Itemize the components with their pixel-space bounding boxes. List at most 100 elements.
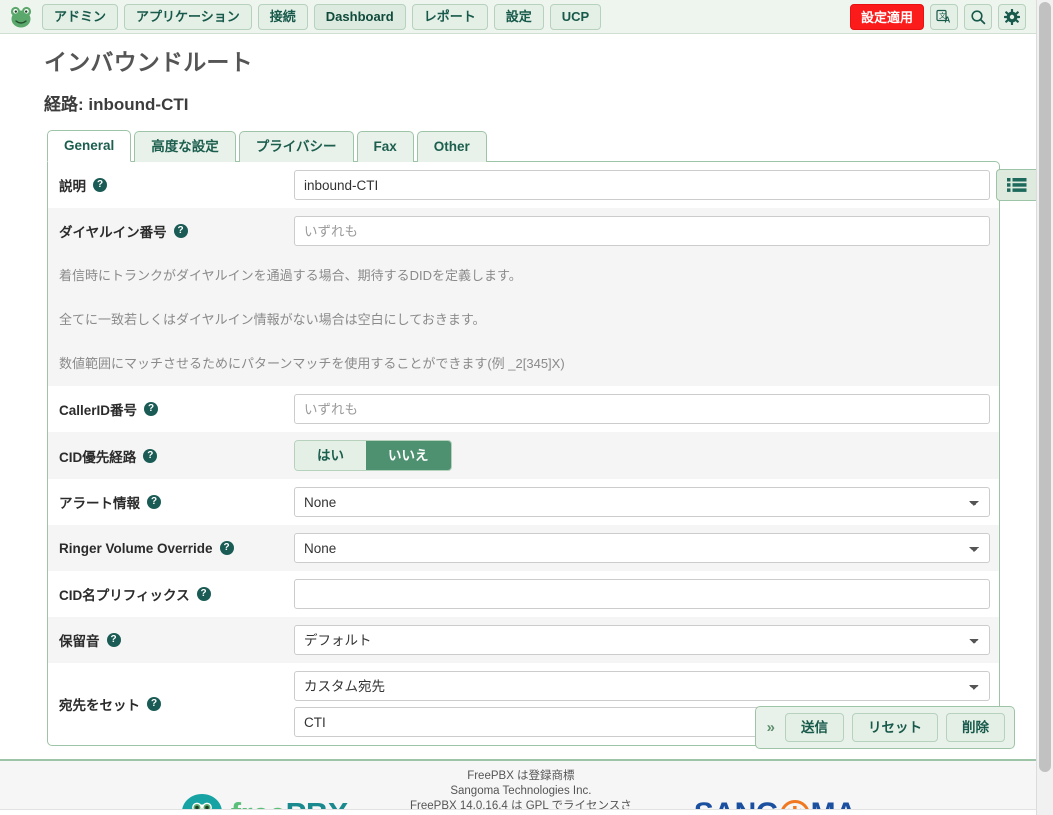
did-help-line-1: 着信時にトランクがダイヤルインを通過する場合、期待するDIDを定義します。: [59, 268, 522, 283]
form-row-did-help-2: 全てに一致若しくはダイヤルイン情報がない場合は空白にしておきます。: [48, 298, 999, 342]
tab-label: General: [64, 138, 115, 153]
form-row-callerid-number: CallerID番号 ?: [48, 386, 999, 432]
nav-item-label: 設定: [505, 8, 532, 24]
nav-item-settings[interactable]: 設定: [493, 3, 544, 30]
form-row-did-help-3: 数値範囲にマッチさせるためにパターンマッチを使用することができます(例 _2[3…: [48, 342, 999, 386]
chevron-right-icon[interactable]: »: [765, 719, 777, 736]
alert-info-select[interactable]: None: [294, 487, 990, 517]
tab-general[interactable]: General: [47, 130, 132, 162]
tab-label: 高度な設定: [151, 139, 219, 154]
tab-bar: General 高度な設定 プライバシー Fax Other: [47, 129, 1022, 162]
cid-priority-yes-option[interactable]: はい: [295, 441, 366, 470]
label-text: アラート情報: [59, 496, 140, 511]
label-text: ダイヤルイン番号: [59, 225, 167, 240]
tab-fax[interactable]: Fax: [356, 131, 414, 162]
callerid-number-input[interactable]: [294, 394, 990, 424]
page-viewport: アドミン アプリケーション 接続 Dashboard レポート 設定 UCP 設…: [0, 0, 1036, 815]
search-icon[interactable]: [964, 3, 992, 30]
did-number-input[interactable]: [294, 216, 990, 246]
label-text: CID優先経路: [59, 449, 137, 465]
cid-name-prefix-input[interactable]: [294, 579, 990, 609]
nav-item-applications[interactable]: アプリケーション: [124, 3, 252, 30]
set-destination-select[interactable]: カスタム宛先: [294, 671, 990, 701]
label-text: 宛先をセット: [59, 698, 140, 713]
form-row-did-help-1: 着信時にトランクがダイヤルインを通過する場合、期待するDIDを定義します。: [48, 254, 999, 298]
help-icon[interactable]: ?: [144, 402, 159, 416]
legal-line-2: Sangoma Technologies Inc.: [450, 784, 592, 797]
label-music-on-hold: 保留音 ?: [48, 620, 294, 660]
cid-priority-no-option[interactable]: いいえ: [366, 441, 451, 470]
apply-config-button[interactable]: 設定適用: [849, 3, 924, 30]
scrollbar-thumb[interactable]: [1039, 2, 1051, 772]
form-row-cid-name-prefix: CID名プリフィックス ?: [48, 571, 999, 617]
help-icon[interactable]: ?: [143, 448, 158, 463]
nav-item-reports[interactable]: レポート: [411, 3, 488, 30]
delete-button[interactable]: 削除: [946, 713, 1005, 742]
nav-item-admin[interactable]: アドミン: [42, 3, 119, 30]
nav-item-connectivity[interactable]: 接続: [257, 3, 308, 30]
label-cid-priority-route: CID優先経路 ?: [48, 436, 294, 476]
submit-button[interactable]: 送信: [785, 713, 844, 742]
form-row-music-on-hold: 保留音 ? デフォルト: [48, 617, 999, 663]
form-action-bar: » 送信 リセット 削除: [754, 706, 1015, 749]
page-content: インバウンドルート 経路: inbound-CTI General 高度な設定 …: [0, 43, 1036, 749]
form-row-alert-info: アラート情報 ? None: [48, 479, 999, 525]
tab-privacy[interactable]: プライバシー: [238, 131, 354, 162]
reset-button[interactable]: リセット: [852, 713, 938, 742]
label-alert-info: アラート情報 ?: [48, 482, 294, 522]
vertical-scrollbar[interactable]: [1036, 0, 1053, 815]
label-text: CID名プリフィックス: [59, 588, 190, 603]
page-subtitle: 経路: inbound-CTI: [44, 95, 189, 114]
ringer-volume-override-select[interactable]: None: [294, 533, 990, 563]
nav-item-label: 接続: [269, 8, 296, 24]
label-text: CallerID番号: [59, 403, 138, 418]
tab-advanced[interactable]: 高度な設定: [134, 131, 236, 162]
help-icon[interactable]: ?: [219, 541, 234, 555]
bottom-bar: [0, 809, 1036, 815]
translate-icon[interactable]: 文 A: [930, 3, 958, 30]
nav-item-label: アドミン: [54, 8, 107, 24]
nav-item-label: アプリケーション: [136, 8, 240, 24]
gear-icon[interactable]: [998, 3, 1026, 30]
app-root: アドミン アプリケーション 接続 Dashboard レポート 設定 UCP 設…: [0, 0, 1053, 815]
cid-priority-route-toggle: はい いいえ: [294, 440, 452, 471]
frog-logo-icon[interactable]: [6, 2, 36, 32]
label-callerid-number: CallerID番号 ?: [48, 389, 294, 429]
label-text: 説明: [59, 179, 86, 194]
help-icon[interactable]: ?: [147, 697, 161, 711]
help-icon[interactable]: ?: [173, 224, 188, 238]
label-did-number: ダイヤルイン番号 ?: [48, 211, 294, 251]
general-settings-panel: 説明 ? ダイヤルイン番号 ?: [47, 161, 1000, 746]
music-on-hold-select[interactable]: デフォルト: [294, 625, 990, 655]
tab-other[interactable]: Other: [416, 131, 487, 162]
help-icon[interactable]: ?: [106, 633, 121, 647]
help-icon[interactable]: ?: [147, 495, 161, 509]
top-navbar: アドミン アプリケーション 接続 Dashboard レポート 設定 UCP 設…: [0, 0, 1036, 34]
list-menu-icon[interactable]: [996, 169, 1036, 201]
tab-label: Other: [433, 139, 470, 154]
label-ringer-volume-override: Ringer Volume Override ?: [48, 531, 294, 566]
form-row-did-number: ダイヤルイン番号 ?: [48, 208, 999, 254]
svg-text:A: A: [944, 16, 950, 25]
label-set-destination: 宛先をセット ?: [48, 684, 294, 724]
legal-line-1: FreePBX は登録商標: [467, 769, 575, 782]
form-row-cid-priority-route: CID優先経路 ? はい いいえ: [48, 432, 999, 479]
label-text: Ringer Volume Override: [59, 540, 213, 556]
nav-item-label: レポート: [423, 8, 476, 24]
apply-config-label: 設定適用: [860, 10, 913, 25]
description-input[interactable]: [294, 170, 990, 200]
nav-item-dashboard[interactable]: Dashboard: [313, 3, 406, 30]
nav-item-label: Dashboard: [325, 8, 394, 24]
nav-item-ucp[interactable]: UCP: [549, 3, 602, 30]
form-row-ringer-volume-override: Ringer Volume Override ? None: [48, 525, 999, 571]
help-icon[interactable]: ?: [93, 178, 107, 192]
tab-label: Fax: [373, 139, 397, 154]
nav-item-label: UCP: [561, 8, 590, 24]
navbar-right-group: 設定適用 文 A: [849, 3, 1030, 30]
label-cid-name-prefix: CID名プリフィックス ?: [48, 574, 294, 614]
page-footer: freePBX FreePBX は登録商標 Sangoma Technologi…: [0, 761, 1036, 815]
label-text: 保留音: [59, 634, 100, 649]
help-icon[interactable]: ?: [196, 587, 211, 601]
did-help-line-2: 全てに一致若しくはダイヤルイン情報がない場合は空白にしておきます。: [59, 312, 486, 327]
tab-label: プライバシー: [255, 139, 337, 154]
